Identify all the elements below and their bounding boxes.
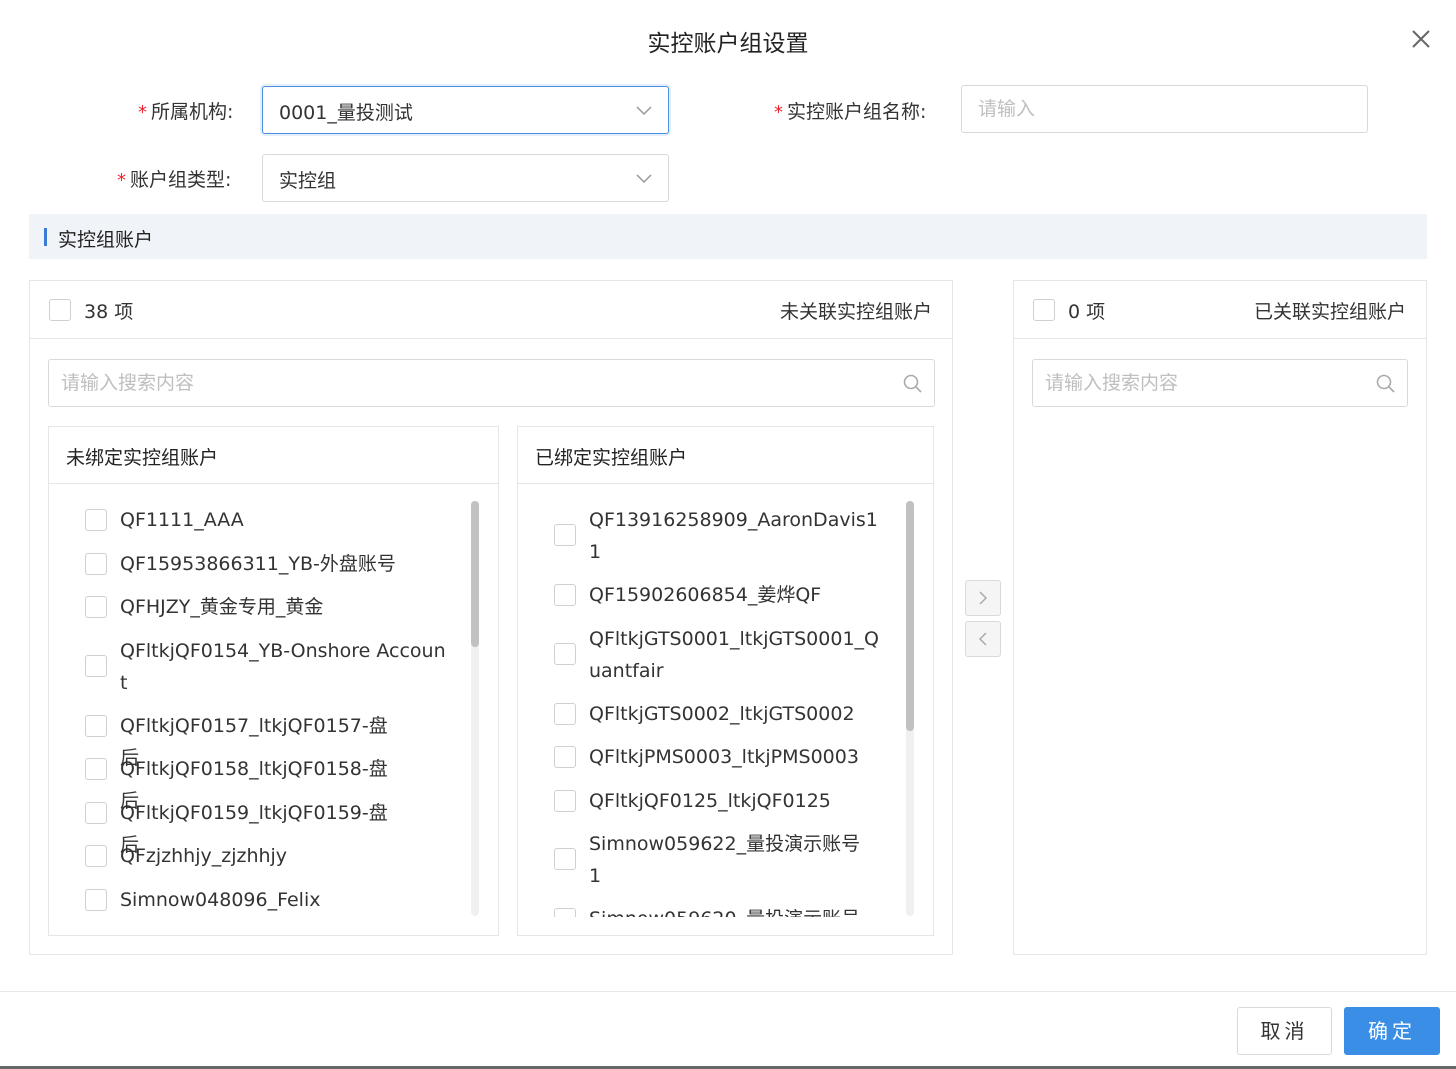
item-label: QF15953866311_YB-外盘账号	[120, 553, 396, 575]
cancel-button[interactable]: 取消	[1237, 1007, 1332, 1055]
org-select-value: 0001_量投测试	[279, 102, 413, 124]
item-checkbox[interactable]	[85, 889, 107, 911]
org-label-text: 所属机构:	[151, 101, 234, 123]
item-label: QF1111_AAA	[120, 509, 244, 531]
item-label: QFHJZY_黄金专用_黄金	[120, 596, 324, 618]
item-checkbox[interactable]	[85, 715, 107, 737]
left-search-box	[48, 359, 935, 407]
required-mark: *	[117, 170, 126, 191]
item-checkbox[interactable]	[85, 553, 107, 575]
left-select-all-checkbox[interactable]	[49, 299, 71, 321]
unbound-subpanel-header: 未绑定实控组账户	[49, 427, 498, 484]
group-type-select-value: 实控组	[279, 170, 337, 192]
bound-list: QF13916258909_AaronDavis1 1 QF1590260685…	[518, 485, 933, 917]
right-panel-title: 已关联实控组账户	[1253, 301, 1406, 323]
footer-divider	[0, 991, 1456, 992]
group-type-label: * 账户组类型:	[117, 165, 231, 192]
chevron-right-icon	[979, 591, 988, 605]
group-name-label: * 实控账户组名称:	[774, 97, 926, 124]
item-checkbox[interactable]	[85, 802, 107, 824]
right-select-all-checkbox[interactable]	[1033, 299, 1055, 321]
item-checkbox[interactable]	[554, 746, 576, 768]
chevron-down-icon	[636, 106, 652, 116]
bound-subpanel: 已绑定实控组账户 QF13916258909_AaronDavis1 1 QF1…	[517, 426, 934, 936]
item-checkbox[interactable]	[554, 790, 576, 812]
section-title: 实控组账户	[58, 229, 154, 251]
left-transfer-panel: 38 项 未关联实控组账户 未绑定实控组账户 QF1111_AAA QF1595…	[29, 280, 953, 955]
left-count: 38 项	[84, 301, 134, 323]
bound-scrollbar-thumb[interactable]	[906, 501, 914, 731]
chevron-left-icon	[978, 632, 987, 646]
item-label: Simnow059622_量投演示账号 1	[589, 833, 861, 887]
org-label: * 所属机构:	[138, 97, 233, 124]
unbound-list: QF1111_AAA QF15953866311_YB-外盘账号 QFHJZY_…	[49, 485, 498, 917]
unbound-scrollbar-thumb[interactable]	[471, 501, 479, 647]
item-checkbox[interactable]	[554, 584, 576, 606]
item-label: QFzjzhhjy_zjzhhjy	[120, 845, 288, 867]
item-checkbox[interactable]	[554, 703, 576, 725]
close-button[interactable]	[1404, 22, 1438, 56]
right-transfer-panel: 0 项 已关联实控组账户	[1013, 280, 1427, 955]
bound-subpanel-header: 已绑定实控组账户	[518, 427, 933, 484]
item-checkbox[interactable]	[554, 524, 576, 546]
search-icon[interactable]	[902, 373, 924, 395]
item-checkbox[interactable]	[554, 643, 576, 665]
right-search-box	[1032, 359, 1408, 407]
move-left-button[interactable]	[965, 621, 1001, 657]
group-name-label-text: 实控账户组名称:	[787, 101, 927, 123]
item-checkbox[interactable]	[85, 758, 107, 780]
section-header: 实控组账户	[29, 214, 1427, 259]
bound-scrollbar[interactable]	[906, 501, 914, 916]
left-panel-header: 38 项 未关联实控组账户	[30, 281, 952, 339]
group-name-input[interactable]	[961, 85, 1368, 133]
required-mark: *	[138, 102, 147, 123]
left-panel-title: 未关联实控组账户	[779, 301, 932, 323]
right-search-input[interactable]	[1033, 360, 1407, 406]
group-type-label-text: 账户组类型:	[130, 169, 232, 191]
org-select[interactable]: 0001_量投测试	[262, 86, 669, 134]
confirm-button[interactable]: 确定	[1344, 1007, 1440, 1055]
item-label: Simnow048096_Felix	[120, 889, 321, 911]
chevron-down-icon	[636, 174, 652, 184]
unbound-subpanel: 未绑定实控组账户 QF1111_AAA QF15953866311_YB-外盘账…	[48, 426, 499, 936]
item-checkbox[interactable]	[85, 655, 107, 677]
item-checkbox[interactable]	[554, 848, 576, 870]
search-icon[interactable]	[1375, 373, 1397, 395]
item-checkbox[interactable]	[85, 845, 107, 867]
right-count: 0 项	[1068, 301, 1106, 323]
item-label: QFltkjPMS0003_ltkjPMS0003	[589, 746, 859, 768]
item-checkbox[interactable]	[554, 908, 576, 917]
move-right-button[interactable]	[965, 580, 1001, 616]
item-checkbox[interactable]	[85, 596, 107, 618]
item-label: QF15902606854_姜烨QF	[589, 584, 822, 606]
item-label: QFltkjGTS0002_ltkjGTS0002	[589, 703, 855, 725]
item-label: QFltkjGTS0001_ltkjGTS0001_Q uantfair	[589, 628, 879, 682]
required-mark: *	[774, 102, 783, 123]
item-label: Simnow059620_量投演示账号	[589, 903, 869, 917]
group-type-select[interactable]: 实控组	[262, 154, 669, 202]
right-panel-header: 0 项 已关联实控组账户	[1014, 281, 1426, 339]
item-label: QFltkjQF0125_ltkjQF0125	[589, 790, 831, 812]
close-icon	[1412, 30, 1430, 48]
item-label: QFltkjQF0154_YB-Onshore Accoun t	[120, 640, 446, 694]
item-label: QF13916258909_AaronDavis1 1	[589, 509, 878, 563]
item-checkbox[interactable]	[85, 509, 107, 531]
left-search-input[interactable]	[49, 360, 934, 406]
section-accent	[44, 228, 47, 246]
bound-subpanel-title: 已绑定实控组账户	[535, 447, 688, 469]
unbound-scrollbar[interactable]	[471, 501, 479, 916]
dialog-title: 实控账户组设置	[647, 31, 809, 57]
unbound-subpanel-title: 未绑定实控组账户	[66, 447, 219, 469]
